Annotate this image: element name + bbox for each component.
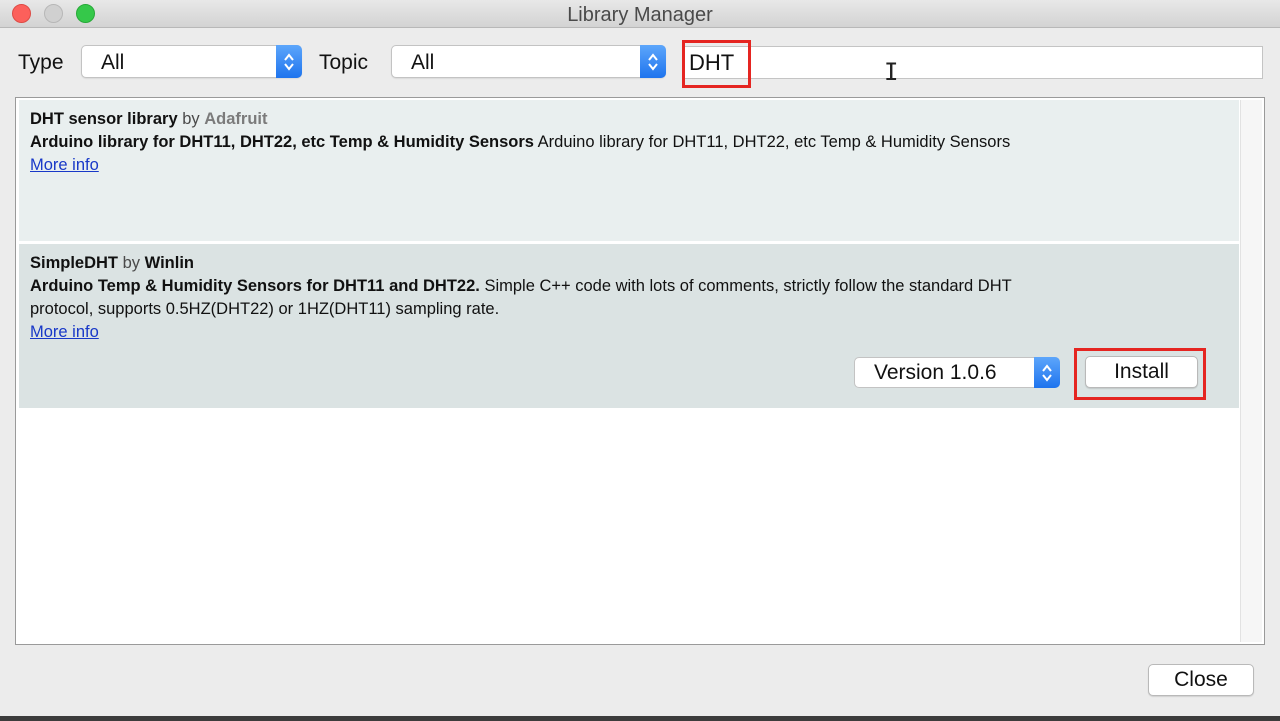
list-scrollbar[interactable] (1240, 100, 1262, 642)
library-paragraph: Arduino library for DHT11, DHT22, etc Te… (537, 133, 1011, 151)
library-by: by (122, 254, 141, 272)
topic-select[interactable]: All (391, 45, 666, 78)
search-field[interactable] (684, 46, 1263, 79)
version-select[interactable]: Version 1.0.6 (854, 357, 1060, 388)
library-item-dht-sensor-library[interactable]: DHT sensor library by Adafruit Arduino l… (19, 100, 1239, 241)
library-item-simpledht[interactable]: SimpleDHT by Winlin Arduino Temp & Humid… (19, 244, 1239, 408)
library-sentence: Arduino library for DHT11, DHT22, etc Te… (30, 133, 534, 151)
more-info-link[interactable]: More info (30, 156, 99, 174)
close-button[interactable]: Close (1148, 664, 1254, 696)
library-name: SimpleDHT (30, 254, 119, 272)
window-title: Library Manager (567, 4, 713, 26)
library-paragraph-line2: protocol, supports 0.5HZ(DHT22) or 1HZ(D… (30, 300, 500, 318)
i-beam-cursor-icon: I (884, 58, 899, 86)
library-author: Winlin (144, 254, 194, 272)
topic-select-value: All (411, 51, 435, 74)
more-info-link[interactable]: More info (30, 323, 99, 341)
title-bar: Library Manager (0, 0, 1280, 28)
type-select-value: All (101, 51, 125, 74)
up-down-chevron-icon (640, 45, 666, 78)
background-window-strip (0, 716, 1280, 721)
type-select[interactable]: All (81, 45, 302, 78)
topic-label: Topic (319, 51, 369, 74)
type-label: Type (18, 51, 64, 74)
up-down-chevron-icon (276, 45, 302, 78)
library-author: Adafruit (204, 110, 268, 128)
install-highlight-box (1074, 348, 1206, 400)
library-name: DHT sensor library (30, 110, 178, 128)
version-select-value: Version 1.0.6 (874, 361, 997, 384)
search-highlight-box (682, 40, 751, 88)
search-input[interactable] (689, 49, 1249, 77)
library-by: by (182, 110, 200, 128)
library-paragraph-line1: Simple C++ code with lots of comments, s… (484, 277, 1012, 295)
library-sentence: Arduino Temp & Humidity Sensors for DHT1… (30, 277, 480, 295)
up-down-chevron-icon (1034, 357, 1060, 388)
